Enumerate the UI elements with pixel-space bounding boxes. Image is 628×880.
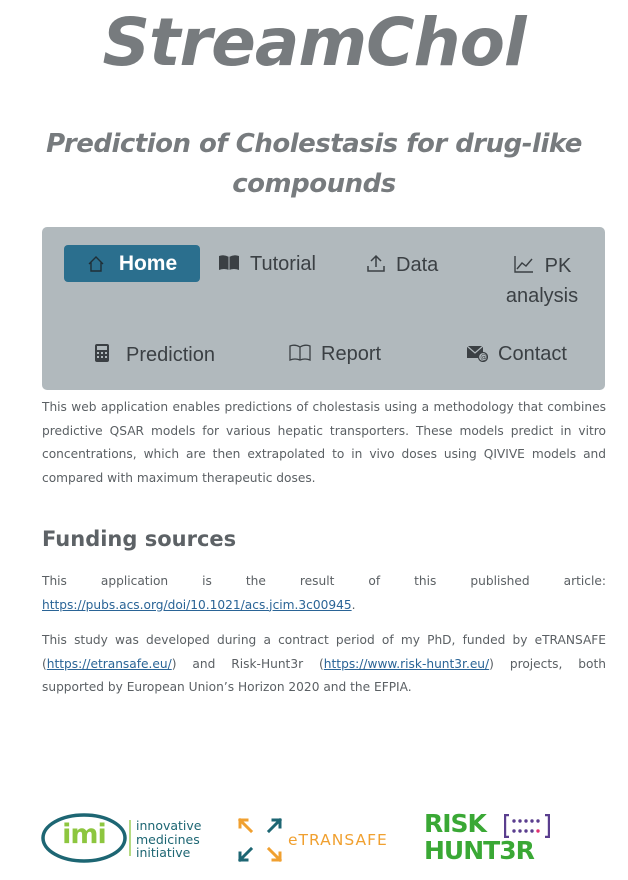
- article-link[interactable]: https://pubs.acs.org/doi/10.1021/acs.jci…: [42, 598, 352, 612]
- tab-report-label: Report: [321, 343, 382, 365]
- funding-text-2b: ) and Risk-Hunt3r (: [171, 656, 324, 671]
- line-chart-icon: [513, 256, 533, 273]
- tab-prediction[interactable]: Prediction: [94, 343, 215, 367]
- svg-text:@: @: [480, 354, 487, 362]
- book-open-icon: [219, 255, 239, 270]
- tab-home[interactable]: Home: [64, 245, 200, 282]
- app-title: StreamChol: [102, 4, 526, 81]
- tab-contact[interactable]: @ Contact: [466, 343, 567, 366]
- funding-text-1-end: .: [351, 597, 356, 612]
- tab-data[interactable]: Data: [366, 253, 438, 277]
- tab-data-label: Data: [396, 254, 439, 276]
- funding-text-1: This application is the result of this p…: [42, 574, 606, 588]
- envelope-at-icon: @: [466, 345, 489, 363]
- main-nav: Home Tutorial Data PK analysis Predictio…: [42, 227, 605, 390]
- app-subtitle: Prediction of Cholestasis for drug-like …: [46, 129, 582, 199]
- etransafe-wordmark: eTRANSAFE: [288, 831, 388, 849]
- risk-hunt3r-logo: RISK HUNT3R: [424, 809, 554, 868]
- funding-heading: Funding sources: [42, 527, 237, 551]
- imi-mark: imi: [62, 819, 107, 850]
- funding-paragraph-2: This study was developed during a contra…: [42, 629, 606, 700]
- tab-pk-analysis[interactable]: PK analysis: [487, 251, 597, 311]
- imi-line-3: initiative: [136, 845, 191, 860]
- imi-line-2: medicines: [136, 831, 200, 847]
- tab-report[interactable]: Report: [289, 343, 381, 366]
- tab-pk-label-1: PK: [544, 255, 572, 277]
- dots-bracket-icon: [504, 814, 550, 838]
- intro-paragraph: This web application enables predictions…: [42, 400, 606, 485]
- tab-home-label: Home: [118, 251, 178, 275]
- etransafe-link[interactable]: https://etransafe.eu/: [47, 657, 172, 671]
- home-icon: [88, 255, 104, 272]
- risk-wordmark: RISK: [424, 809, 487, 838]
- hunt-wordmark: HUNT3R: [424, 836, 535, 865]
- upload-icon: [367, 254, 385, 272]
- tab-pk-label-2: analysis: [505, 285, 579, 307]
- funding-paragraph-1: This application is the result of this p…: [42, 570, 606, 617]
- risk-hunt3r-link[interactable]: https://www.risk-hunt3r.eu/: [324, 657, 489, 671]
- tab-prediction-label: Prediction: [126, 344, 215, 366]
- book-icon: [289, 344, 311, 361]
- tab-tutorial-label: Tutorial: [250, 253, 316, 275]
- calculator-icon: [95, 344, 109, 362]
- etransafe-logo: eTRANSAFE: [236, 816, 396, 864]
- imi-logo: imi innovative medicines initiative: [40, 810, 210, 866]
- arrows-icon: [237, 817, 283, 863]
- tab-tutorial[interactable]: Tutorial: [218, 253, 316, 276]
- tab-contact-label: Contact: [498, 343, 567, 365]
- imi-line-1: innovative: [136, 818, 202, 833]
